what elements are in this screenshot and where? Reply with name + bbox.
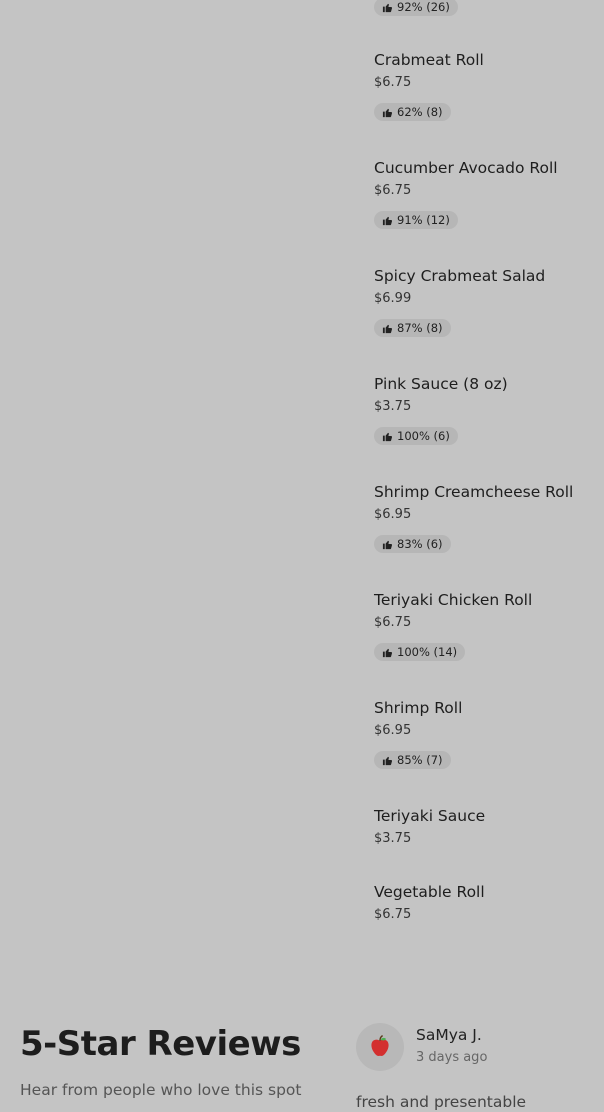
menu-item[interactable]: Teriyaki Chicken Roll $6.75 100% (14) (374, 590, 604, 662)
rating-badge: 87% (8) (374, 319, 451, 337)
item-name: Pink Sauce (8 oz) (374, 375, 508, 393)
rating-badge: 83% (6) (374, 535, 451, 553)
apple-icon (366, 1033, 394, 1061)
menu-item[interactable]: Pink Sauce (8 oz) $3.75 100% (6) (374, 374, 604, 446)
menu-item[interactable]: Crabmeat Roll $6.75 62% (8) (374, 50, 604, 122)
menu-item[interactable]: Shrimp Roll $6.95 85% (7) (374, 698, 604, 770)
thumbs-up-icon (382, 107, 393, 118)
item-price: $6.75 (374, 183, 412, 198)
item-name: Vegetable Roll (374, 883, 485, 901)
item-name: Cucumber Avocado Roll (374, 159, 558, 177)
thumbs-up-icon (382, 2, 393, 13)
item-price: $6.95 (374, 723, 412, 738)
rating-text: 85% (7) (397, 753, 443, 767)
thumbs-up-icon (382, 539, 393, 550)
review-text: fresh and presentable (356, 1093, 527, 1111)
rating-text: 62% (8) (397, 105, 443, 119)
reviewer-name[interactable]: SaMya J. (416, 1025, 482, 1045)
avatar (356, 1023, 404, 1071)
thumbs-up-icon (382, 647, 393, 658)
rating-text: 91% (12) (397, 213, 450, 227)
rating-text: 87% (8) (397, 321, 443, 335)
menu-item[interactable]: Vegetable Roll $6.75 (374, 882, 604, 923)
menu-item[interactable]: Spicy Crabmeat Salad $6.99 87% (8) (374, 266, 604, 338)
item-price: $3.75 (374, 399, 412, 414)
rating-badge: 100% (6) (374, 427, 458, 445)
item-price: $6.95 (374, 507, 412, 522)
item-price: $6.75 (374, 615, 412, 630)
rating-text: 100% (14) (397, 645, 458, 659)
rating-badge: 92% (26) (374, 0, 458, 16)
thumbs-up-icon (382, 431, 393, 442)
item-name: Teriyaki Sauce (374, 807, 486, 825)
item-name: Crabmeat Roll (374, 51, 484, 69)
item-name: Shrimp Creamcheese Roll (374, 483, 574, 501)
thumbs-up-icon (382, 215, 393, 226)
rating-badge: 62% (8) (374, 103, 451, 121)
rating-badge: 100% (14) (374, 643, 466, 661)
rating-text: 92% (26) (397, 0, 450, 14)
item-name: Shrimp Roll (374, 699, 463, 717)
rating-text: 100% (6) (397, 429, 450, 443)
menu-item[interactable]: Cucumber Avocado Roll $6.75 91% (12) (374, 158, 604, 230)
menu-item[interactable]: Shrimp Creamcheese Roll $6.95 83% (6) (374, 482, 604, 554)
item-price: $6.75 (374, 907, 412, 922)
reviews-heading: 5-Star Reviews (20, 1024, 301, 1064)
rating-badge: 85% (7) (374, 751, 451, 769)
menu-item[interactable]: Teriyaki Sauce $3.75 (374, 806, 604, 847)
item-price: $3.75 (374, 831, 412, 846)
item-name: Teriyaki Chicken Roll (374, 591, 533, 609)
item-price: $6.99 (374, 291, 412, 306)
thumbs-up-icon (382, 755, 393, 766)
item-price: $6.75 (374, 75, 412, 90)
review-time: 3 days ago (416, 1050, 488, 1065)
thumbs-up-icon (382, 323, 393, 334)
rating-text: 83% (6) (397, 537, 443, 551)
reviews-subtitle: Hear from people who love this spot (20, 1081, 302, 1099)
rating-badge: 91% (12) (374, 211, 458, 229)
item-name: Spicy Crabmeat Salad (374, 267, 546, 285)
